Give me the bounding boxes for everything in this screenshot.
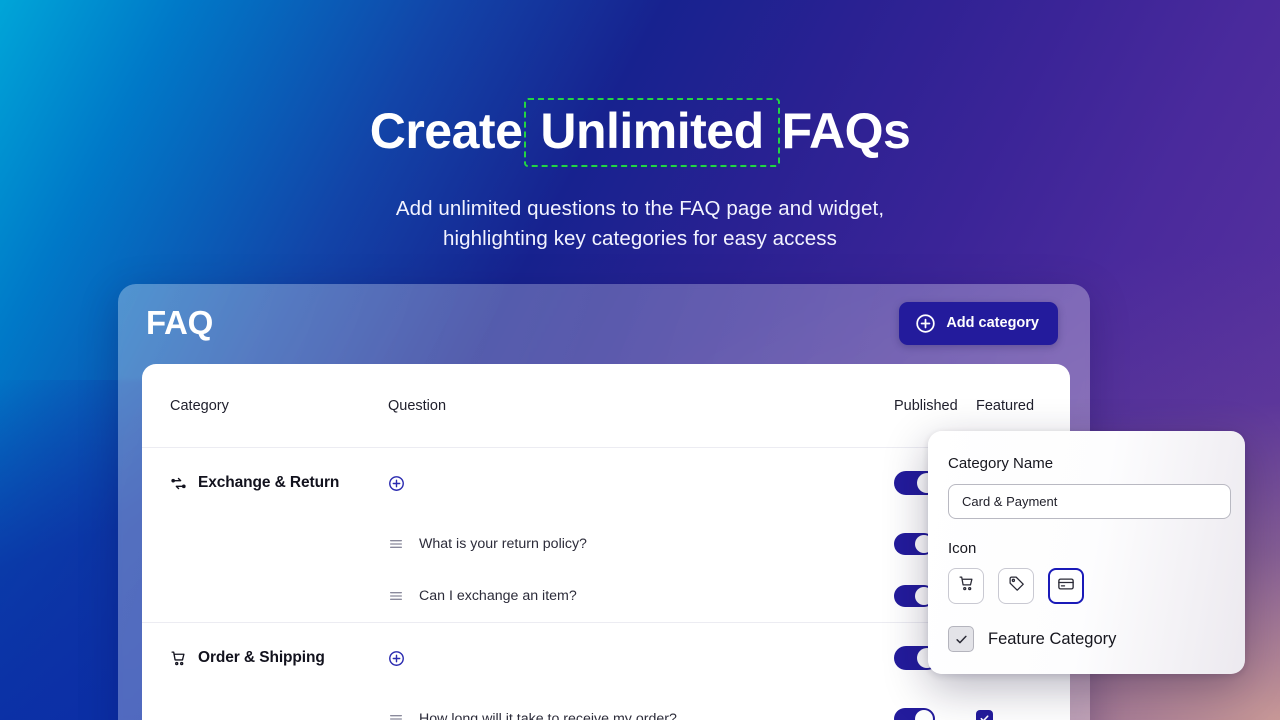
add-question-icon[interactable] [388, 650, 894, 667]
category-name: Order & Shipping [198, 649, 325, 667]
faq-panel-header: FAQ Add category [118, 284, 1090, 362]
hero-subtitle: Add unlimited questions to the FAQ page … [0, 194, 1280, 255]
icon-option-credit-card[interactable] [1048, 568, 1084, 604]
category-name-value: Card & Payment [962, 494, 1057, 509]
feature-category-label: Feature Category [988, 630, 1116, 649]
category-editor-popover: Category Name Card & Payment Icon [928, 431, 1245, 674]
add-category-button[interactable]: Add category [899, 302, 1058, 345]
title-post: FAQs [782, 103, 911, 159]
header-published: Published [894, 398, 976, 414]
exchange-arrows-icon [170, 475, 187, 492]
icon-choices [948, 568, 1223, 604]
header-category: Category [170, 398, 388, 414]
add-question-icon[interactable] [388, 475, 894, 492]
drag-handle-icon[interactable] [388, 711, 404, 720]
tag-icon [1008, 575, 1025, 597]
credit-card-icon [1057, 575, 1075, 598]
question-text: Can I exchange an item? [419, 588, 577, 604]
subtitle-line-1: Add unlimited questions to the FAQ page … [0, 194, 1280, 224]
shopping-cart-icon [958, 575, 975, 597]
shopping-cart-icon [170, 650, 187, 667]
drag-handle-icon[interactable] [388, 536, 404, 552]
published-toggle[interactable] [894, 708, 935, 720]
question-text: What is your return policy? [419, 536, 587, 552]
page-root: CreateUnlimitedFAQs Add unlimited questi… [0, 0, 1280, 720]
icon-option-shopping-cart[interactable] [948, 568, 984, 604]
category-name: Exchange & Return [198, 474, 339, 492]
subtitle-line-2: highlighting key categories for easy acc… [0, 224, 1280, 254]
question-text: How long will it take to receive my orde… [419, 711, 677, 720]
feature-category-checkbox[interactable] [948, 626, 974, 652]
add-category-label: Add category [946, 315, 1039, 331]
plus-circle-icon [915, 313, 936, 334]
title-highlight: Unlimited [524, 98, 779, 167]
feature-category-row[interactable]: Feature Category [948, 626, 1223, 652]
icon-option-tag[interactable] [998, 568, 1034, 604]
icon-label: Icon [948, 540, 1223, 557]
hero-section: CreateUnlimitedFAQs Add unlimited questi… [0, 0, 1280, 255]
faq-heading: FAQ [146, 304, 213, 342]
category-name-label: Category Name [948, 455, 1223, 472]
category-name-input[interactable]: Card & Payment [948, 484, 1231, 519]
page-title: CreateUnlimitedFAQs [0, 98, 1280, 167]
title-pre: Create [370, 103, 523, 159]
featured-checkbox[interactable] [976, 710, 993, 720]
header-featured: Featured [976, 398, 1070, 414]
drag-handle-icon[interactable] [388, 588, 404, 604]
table-row[interactable]: How long will it take to receive my orde… [142, 693, 1070, 720]
header-question: Question [388, 398, 894, 414]
